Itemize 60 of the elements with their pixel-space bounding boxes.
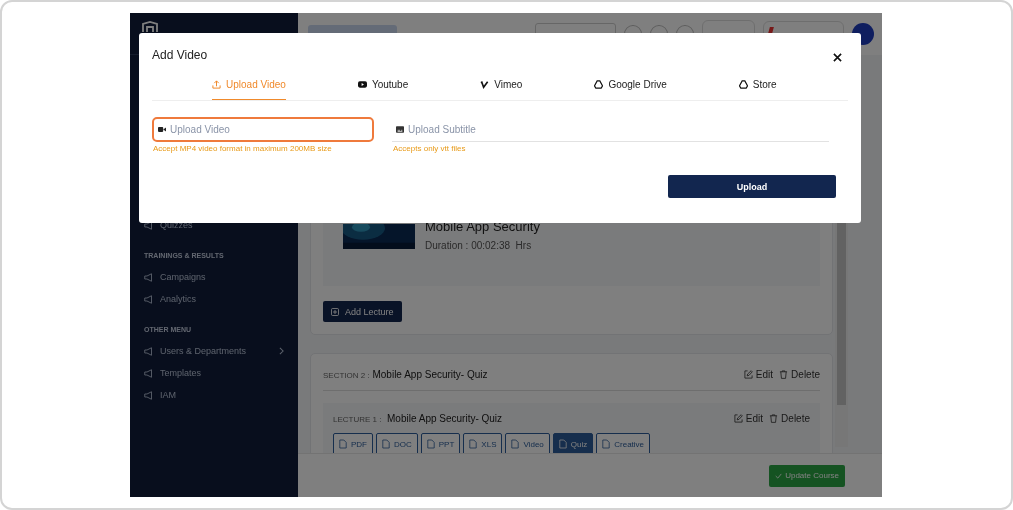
tab[interactable]: Vimeo xyxy=(480,73,523,100)
update-course-button[interactable]: Update Course xyxy=(769,464,845,487)
file-icon xyxy=(382,439,390,449)
file-type-button[interactable]: PDF xyxy=(333,433,373,453)
sidebar-item[interactable]: Users & Departments xyxy=(144,340,284,362)
file-icon xyxy=(602,439,611,449)
file-type-button[interactable]: Video xyxy=(505,433,550,453)
play-icon xyxy=(357,79,367,89)
v-letter-icon xyxy=(480,79,490,89)
sidebar-item[interactable]: Templates xyxy=(144,362,284,384)
upload-button[interactable]: Upload xyxy=(668,175,836,198)
edit-icon xyxy=(743,369,753,379)
file-icon xyxy=(469,439,478,449)
video-camera-icon xyxy=(158,126,166,133)
triangle-icon xyxy=(594,79,604,89)
check-icon xyxy=(775,472,783,479)
file-type-button[interactable]: PPT xyxy=(420,433,461,453)
upload-field[interactable]: Upload Video xyxy=(152,117,374,142)
tab[interactable]: Youtube xyxy=(357,73,409,100)
subtitle-icon xyxy=(396,125,404,133)
menu-item-icon xyxy=(144,220,153,230)
lecture-duration: Duration : 00:02:38 Hrs xyxy=(425,240,533,251)
menu-item-icon xyxy=(144,294,153,304)
plus-icon xyxy=(331,307,339,316)
triangle-icon xyxy=(738,79,748,89)
close-button[interactable] xyxy=(831,50,844,64)
tab[interactable]: Upload Video xyxy=(212,73,286,100)
delete-button[interactable]: Delete xyxy=(769,412,810,424)
file-icon xyxy=(511,439,520,449)
file-type-button[interactable]: XLS xyxy=(463,433,503,453)
file-icon xyxy=(426,439,435,449)
upload-icon xyxy=(212,79,221,89)
menu-item-icon xyxy=(144,368,153,378)
file-type-button[interactable]: Creative xyxy=(596,433,651,453)
file-icon xyxy=(339,439,347,449)
upload-field[interactable]: Upload Subtitle xyxy=(392,117,829,142)
menu-item-icon xyxy=(144,390,153,400)
field-hint: Accept MP4 video format in maximum 200MB size xyxy=(152,144,333,153)
dialog-title: Add Video xyxy=(152,48,208,62)
edit-button[interactable]: Edit xyxy=(743,368,774,380)
sidebar-item[interactable]: IAM xyxy=(144,384,284,406)
file-type-button[interactable]: DOC xyxy=(376,433,418,453)
section-title: SECTION 2 : Mobile App Security- Quiz xyxy=(323,368,488,380)
file-icon xyxy=(558,439,567,449)
edit-button[interactable]: Edit xyxy=(733,412,764,424)
edit-icon xyxy=(733,413,743,423)
menu-item-icon xyxy=(144,346,153,356)
trash-icon xyxy=(779,369,789,379)
trash-icon xyxy=(769,413,779,423)
file-type-button[interactable]: Quiz xyxy=(552,433,594,453)
field-hint: Accepts only vtt files xyxy=(392,144,467,153)
sidebar-item[interactable]: Campaigns xyxy=(144,266,284,288)
add-lecture-button[interactable]: Add Lecture xyxy=(323,301,402,322)
menu-item-icon xyxy=(144,272,153,282)
lecture-heading: LECTURE 1 : Mobile App Security- Quiz xyxy=(333,412,503,424)
tab[interactable]: Store xyxy=(738,73,777,100)
chevron-icon xyxy=(279,347,284,355)
delete-button[interactable]: Delete xyxy=(779,368,820,380)
tab[interactable]: Google Drive xyxy=(594,73,667,100)
sidebar-item[interactable]: Analytics xyxy=(144,288,284,310)
